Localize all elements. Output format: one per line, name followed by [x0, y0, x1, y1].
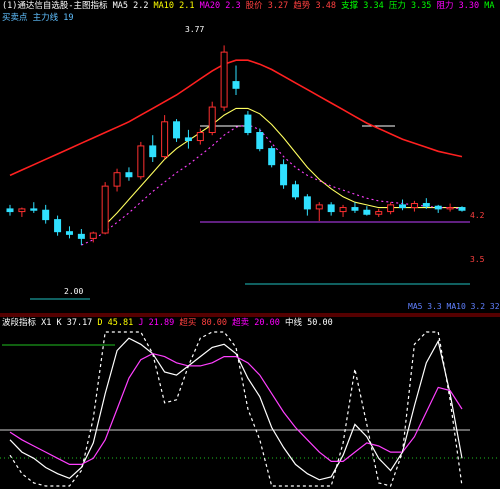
- candle-body: [89, 232, 97, 239]
- candle-body: [434, 205, 442, 210]
- candle-body: [446, 207, 454, 210]
- candle-body: [375, 211, 383, 215]
- candle-body: [6, 208, 14, 213]
- candle: [446, 203, 454, 212]
- candle: [399, 199, 407, 211]
- candle-body: [77, 233, 85, 239]
- bottom-right-readout: MA5 3.3 MA10 3.2 32 81: [408, 302, 500, 311]
- candle-body: [268, 148, 276, 166]
- candle-body: [54, 219, 62, 233]
- candle: [327, 202, 335, 216]
- candle: [101, 182, 109, 235]
- candle: [184, 129, 192, 149]
- candle-body: [173, 121, 181, 139]
- chart-window: (1)通达信自选股-主图指标 MA5 2.2 MA10 2.1 MA20 2.3…: [0, 0, 500, 489]
- candle-body: [327, 204, 335, 213]
- right-price-b: 3.5: [470, 255, 485, 264]
- candle: [65, 226, 73, 239]
- series-line-ma30: [81, 123, 463, 246]
- candle-body: [339, 207, 347, 213]
- candle-body: [65, 231, 73, 235]
- candle-body: [363, 209, 371, 215]
- right-price-a: 4.2: [470, 211, 485, 220]
- candle-body: [315, 204, 323, 210]
- candle: [387, 202, 395, 215]
- candle: [30, 202, 38, 213]
- candle-body: [399, 204, 407, 209]
- candle-body: [280, 164, 288, 186]
- candle: [291, 180, 299, 200]
- candle-body: [208, 106, 216, 134]
- candle: [434, 204, 442, 213]
- candle: [54, 215, 62, 236]
- candle-body: [256, 132, 264, 150]
- kdj-line-k: [9, 337, 463, 481]
- candle-body: [351, 207, 359, 211]
- candle-body: [161, 121, 169, 158]
- candle-body: [458, 207, 466, 211]
- candle: [280, 159, 288, 189]
- candle: [351, 202, 359, 213]
- kdj-line-j: [9, 331, 463, 487]
- high-price-label: 3.77: [185, 25, 204, 34]
- candle: [220, 45, 228, 112]
- candle: [77, 229, 85, 246]
- candle-body: [244, 114, 252, 134]
- candle: [339, 204, 347, 217]
- candle-body: [220, 51, 228, 108]
- candle-body: [196, 132, 204, 142]
- candle-body: [291, 184, 299, 198]
- main-plot: [6, 45, 466, 246]
- candle-body: [303, 196, 311, 210]
- candle: [363, 206, 371, 216]
- candle-body: [125, 172, 133, 178]
- candle-body: [30, 208, 38, 211]
- candle-body: [184, 137, 192, 142]
- chart-canvas: 3.77 2.00 4.2 3.5 MA5 3.3 MA10 3.2 32 81: [0, 25, 500, 487]
- candle: [458, 206, 466, 212]
- candle: [113, 168, 121, 192]
- candle: [244, 111, 252, 136]
- candle-body: [149, 145, 157, 158]
- candle: [173, 119, 181, 142]
- candle-body: [42, 209, 50, 221]
- candle: [208, 101, 216, 136]
- candle: [18, 207, 26, 217]
- candle: [137, 141, 145, 180]
- candle-body: [137, 145, 145, 178]
- candle-body: [232, 81, 240, 89]
- candle: [268, 145, 276, 168]
- candle: [42, 204, 50, 224]
- candle-body: [387, 204, 395, 213]
- sub-plot: [9, 331, 463, 487]
- kdj-line-d: [9, 352, 463, 465]
- candle: [6, 204, 14, 216]
- candle-body: [422, 203, 430, 207]
- candle: [149, 135, 157, 162]
- candle: [410, 200, 418, 212]
- candle: [303, 194, 311, 216]
- candle-body: [410, 203, 418, 209]
- candle: [375, 208, 383, 217]
- candle: [125, 167, 133, 181]
- candle: [232, 65, 240, 95]
- candle: [315, 202, 323, 221]
- candle-body: [113, 172, 121, 187]
- candle-body: [101, 185, 109, 234]
- low-price-label: 2.00: [64, 287, 83, 296]
- candle-body: [18, 208, 26, 213]
- candle: [256, 128, 264, 152]
- candle: [161, 115, 169, 160]
